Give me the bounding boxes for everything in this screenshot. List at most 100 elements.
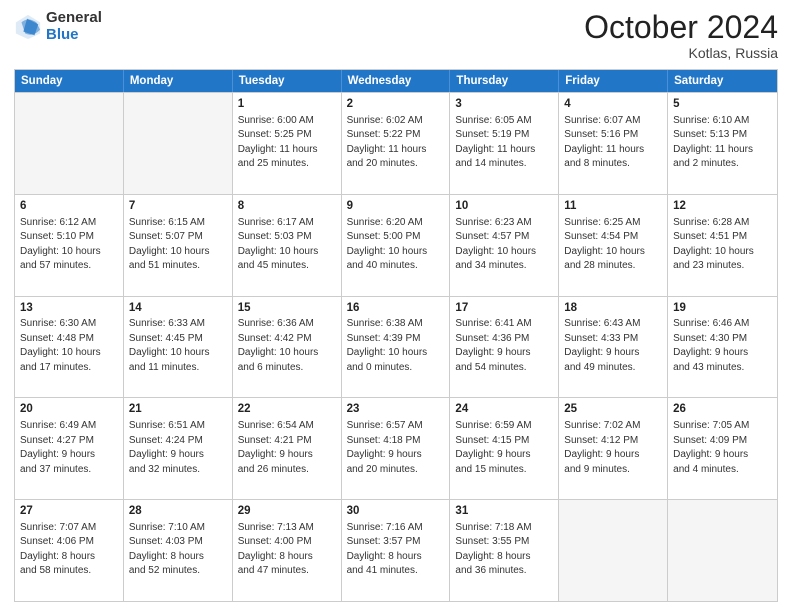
day-number-25: 25 [564, 401, 662, 418]
day-number-14: 14 [129, 300, 227, 317]
day-18: 18Sunrise: 6:43 AM Sunset: 4:33 PM Dayli… [559, 297, 668, 398]
day-12: 12Sunrise: 6:28 AM Sunset: 4:51 PM Dayli… [668, 195, 777, 296]
day-info-30: Sunrise: 7:16 AM Sunset: 3:57 PM Dayligh… [347, 522, 423, 577]
day-info-20: Sunrise: 6:49 AM Sunset: 4:27 PM Dayligh… [20, 420, 96, 475]
day-number-24: 24 [455, 401, 553, 418]
day-9: 9Sunrise: 6:20 AM Sunset: 5:00 PM Daylig… [342, 195, 451, 296]
day-info-4: Sunrise: 6:07 AM Sunset: 5:16 PM Dayligh… [564, 115, 644, 170]
day-4: 4 Sunrise: 6:07 AM Sunset: 5:16 PM Daylig… [559, 93, 668, 194]
header-sunday: Sunday [15, 70, 124, 92]
title-location: Kotlas, Russia [584, 45, 778, 61]
day-number-26: 26 [673, 401, 772, 418]
calendar-body: 1Sunrise: 6:00 AM Sunset: 5:25 PM Daylig… [15, 92, 777, 601]
day-number-8: 8 [238, 198, 336, 215]
day-info-25: Sunrise: 7:02 AM Sunset: 4:12 PM Dayligh… [564, 420, 640, 475]
title-month: October 2024 [584, 10, 778, 45]
day-5: 5 Sunrise: 6:10 AM Sunset: 5:13 PM Daylig… [668, 93, 777, 194]
week-4: 20Sunrise: 6:49 AM Sunset: 4:27 PM Dayli… [15, 397, 777, 499]
logo: General Blue [14, 10, 102, 43]
day-info-31: Sunrise: 7:18 AM Sunset: 3:55 PM Dayligh… [455, 522, 531, 577]
day-info-29: Sunrise: 7:13 AM Sunset: 4:00 PM Dayligh… [238, 522, 314, 577]
day-25: 25 Sunrise: 7:02 AM Sunset: 4:12 PM Dayli… [559, 398, 668, 499]
day-number-17: 17 [455, 300, 553, 317]
day-30: 30 Sunrise: 7:16 AM Sunset: 3:57 PM Dayli… [342, 500, 451, 601]
day-info-18: Sunrise: 6:43 AM Sunset: 4:33 PM Dayligh… [564, 318, 640, 373]
title-block: October 2024 Kotlas, Russia [584, 10, 778, 61]
day-26: 26 Sunrise: 7:05 AM Sunset: 4:09 PM Dayli… [668, 398, 777, 499]
day-info-6: Sunrise: 6:12 AM Sunset: 5:10 PM Dayligh… [20, 217, 101, 272]
day-number-6: 6 [20, 198, 118, 215]
day-7: 7 Sunrise: 6:15 AM Sunset: 5:07 PM Daylig… [124, 195, 233, 296]
day-info-5: Sunrise: 6:10 AM Sunset: 5:13 PM Dayligh… [673, 115, 753, 170]
day-number-5: 5 [673, 96, 772, 113]
day-28: 28Sunrise: 7:10 AM Sunset: 4:03 PM Dayli… [124, 500, 233, 601]
week-1: 1Sunrise: 6:00 AM Sunset: 5:25 PM Daylig… [15, 92, 777, 194]
week-3: 13Sunrise: 6:30 AM Sunset: 4:48 PM Dayli… [15, 296, 777, 398]
day-info-10: Sunrise: 6:23 AM Sunset: 4:57 PM Dayligh… [455, 217, 536, 272]
day-number-29: 29 [238, 503, 336, 520]
day-number-4: 4 [564, 96, 662, 113]
header-monday: Monday [124, 70, 233, 92]
header: General Blue October 2024 Kotlas, Russia [14, 10, 778, 61]
day-info-8: Sunrise: 6:17 AM Sunset: 5:03 PM Dayligh… [238, 217, 319, 272]
day-6: 6 Sunrise: 6:12 AM Sunset: 5:10 PM Daylig… [15, 195, 124, 296]
day-info-15: Sunrise: 6:36 AM Sunset: 4:42 PM Dayligh… [238, 318, 319, 373]
day-info-11: Sunrise: 6:25 AM Sunset: 4:54 PM Dayligh… [564, 217, 645, 272]
calendar: Sunday Monday Tuesday Wednesday Thursday… [14, 69, 778, 602]
day-14: 14Sunrise: 6:33 AM Sunset: 4:45 PM Dayli… [124, 297, 233, 398]
day-info-19: Sunrise: 6:46 AM Sunset: 4:30 PM Dayligh… [673, 318, 749, 373]
day-info-7: Sunrise: 6:15 AM Sunset: 5:07 PM Dayligh… [129, 217, 210, 272]
day-number-22: 22 [238, 401, 336, 418]
day-info-26: Sunrise: 7:05 AM Sunset: 4:09 PM Dayligh… [673, 420, 749, 475]
day-empty [668, 500, 777, 601]
day-number-21: 21 [129, 401, 227, 418]
day-info-24: Sunrise: 6:59 AM Sunset: 4:15 PM Dayligh… [455, 420, 531, 475]
day-number-2: 2 [347, 96, 445, 113]
day-info-27: Sunrise: 7:07 AM Sunset: 4:06 PM Dayligh… [20, 522, 96, 577]
day-22: 22Sunrise: 6:54 AM Sunset: 4:21 PM Dayli… [233, 398, 342, 499]
day-number-23: 23 [347, 401, 445, 418]
calendar-header: Sunday Monday Tuesday Wednesday Thursday… [15, 70, 777, 92]
day-empty [559, 500, 668, 601]
page: General Blue October 2024 Kotlas, Russia… [0, 0, 792, 612]
day-11: 11 Sunrise: 6:25 AM Sunset: 4:54 PM Dayli… [559, 195, 668, 296]
day-number-16: 16 [347, 300, 445, 317]
day-number-30: 30 [347, 503, 445, 520]
day-number-31: 31 [455, 503, 553, 520]
header-saturday: Saturday [668, 70, 777, 92]
day-info-12: Sunrise: 6:28 AM Sunset: 4:51 PM Dayligh… [673, 217, 754, 272]
day-19: 19Sunrise: 6:46 AM Sunset: 4:30 PM Dayli… [668, 297, 777, 398]
day-info-21: Sunrise: 6:51 AM Sunset: 4:24 PM Dayligh… [129, 420, 205, 475]
logo-general-text: General [46, 10, 102, 27]
day-number-11: 11 [564, 198, 662, 215]
day-27: 27 Sunrise: 7:07 AM Sunset: 4:06 PM Dayli… [15, 500, 124, 601]
day-8: 8 Sunrise: 6:17 AM Sunset: 5:03 PM Daylig… [233, 195, 342, 296]
day-20: 20Sunrise: 6:49 AM Sunset: 4:27 PM Dayli… [15, 398, 124, 499]
week-2: 6 Sunrise: 6:12 AM Sunset: 5:10 PM Daylig… [15, 194, 777, 296]
day-13: 13Sunrise: 6:30 AM Sunset: 4:48 PM Dayli… [15, 297, 124, 398]
day-info-2: Sunrise: 6:02 AM Sunset: 5:22 PM Dayligh… [347, 115, 427, 170]
header-tuesday: Tuesday [233, 70, 342, 92]
day-16: 16Sunrise: 6:38 AM Sunset: 4:39 PM Dayli… [342, 297, 451, 398]
day-info-9: Sunrise: 6:20 AM Sunset: 5:00 PM Dayligh… [347, 217, 428, 272]
day-24: 24 Sunrise: 6:59 AM Sunset: 4:15 PM Dayli… [450, 398, 559, 499]
day-21: 21 Sunrise: 6:51 AM Sunset: 4:24 PM Dayli… [124, 398, 233, 499]
day-10: 10Sunrise: 6:23 AM Sunset: 4:57 PM Dayli… [450, 195, 559, 296]
day-empty [15, 93, 124, 194]
day-empty [124, 93, 233, 194]
logo-text: General Blue [46, 10, 102, 43]
day-info-1: Sunrise: 6:00 AM Sunset: 5:25 PM Dayligh… [238, 115, 318, 170]
day-info-14: Sunrise: 6:33 AM Sunset: 4:45 PM Dayligh… [129, 318, 210, 373]
day-17: 17Sunrise: 6:41 AM Sunset: 4:36 PM Dayli… [450, 297, 559, 398]
day-number-27: 27 [20, 503, 118, 520]
day-3: 3Sunrise: 6:05 AM Sunset: 5:19 PM Daylig… [450, 93, 559, 194]
day-number-15: 15 [238, 300, 336, 317]
day-1: 1Sunrise: 6:00 AM Sunset: 5:25 PM Daylig… [233, 93, 342, 194]
day-number-18: 18 [564, 300, 662, 317]
day-info-23: Sunrise: 6:57 AM Sunset: 4:18 PM Dayligh… [347, 420, 423, 475]
day-number-13: 13 [20, 300, 118, 317]
day-number-7: 7 [129, 198, 227, 215]
header-thursday: Thursday [450, 70, 559, 92]
day-info-16: Sunrise: 6:38 AM Sunset: 4:39 PM Dayligh… [347, 318, 428, 373]
day-info-13: Sunrise: 6:30 AM Sunset: 4:48 PM Dayligh… [20, 318, 101, 373]
